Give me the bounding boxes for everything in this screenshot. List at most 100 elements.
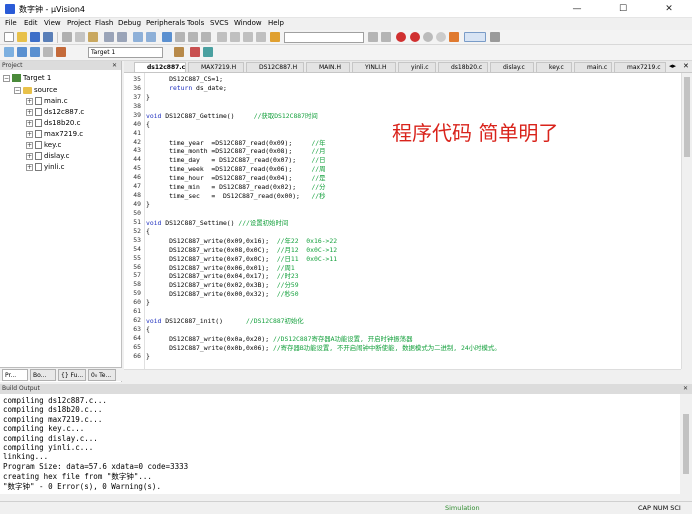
tab-max7219-h[interactable]: MAX7219.H xyxy=(188,62,244,73)
rebuild-icon[interactable] xyxy=(30,47,40,57)
tab-key-c[interactable]: key.c xyxy=(536,62,572,73)
translate-icon[interactable] xyxy=(4,47,14,57)
close-tab-icon[interactable]: ✕ xyxy=(683,62,689,70)
select-packs-icon[interactable] xyxy=(203,47,213,57)
menu-view[interactable]: View xyxy=(44,19,61,27)
tab-scroll-icon[interactable]: ◂▸ xyxy=(669,62,676,70)
new-file-icon[interactable] xyxy=(4,32,14,42)
close-panel-icon[interactable]: ✕ xyxy=(112,61,117,70)
clear-breakpoints-icon[interactable] xyxy=(449,32,459,42)
tree-file-dislay-c[interactable]: + dislay.c xyxy=(26,151,70,162)
batch-build-icon[interactable] xyxy=(43,47,53,57)
tab-dislay-c[interactable]: dislay.c xyxy=(490,62,534,73)
scroll-thumb[interactable] xyxy=(684,77,690,157)
tree-file-yinli-c[interactable]: + yinli.c xyxy=(26,162,65,173)
find-combo[interactable] xyxy=(284,32,364,43)
menu-help[interactable]: Help xyxy=(268,19,284,27)
tab-max7219-c[interactable]: max7219.c xyxy=(614,62,666,73)
minimize-button[interactable]: — xyxy=(554,0,600,18)
paste-icon[interactable] xyxy=(88,32,98,42)
collapse-icon[interactable]: − xyxy=(14,86,21,94)
tree-file-ds12c887-c[interactable]: + ds12c887.c xyxy=(26,107,84,118)
download-icon[interactable] xyxy=(56,47,66,57)
tree-file-main-c[interactable]: + main.c xyxy=(26,96,68,107)
menu-flash[interactable]: Flash xyxy=(95,19,113,27)
uncomment-icon[interactable] xyxy=(256,32,266,42)
debug-session-icon[interactable] xyxy=(396,32,406,42)
save-icon[interactable] xyxy=(30,32,40,42)
line-number: 61 xyxy=(133,307,141,316)
build-output-pane[interactable]: compiling ds12c887.c... compiling ds18b20… xyxy=(0,394,680,494)
indent-icon[interactable] xyxy=(217,32,227,42)
tab-functions[interactable]: {} Fu... xyxy=(58,369,86,381)
tab-templates[interactable]: 0₀ Te... xyxy=(88,369,116,381)
find-icon[interactable] xyxy=(368,32,378,42)
comment-icon[interactable] xyxy=(243,32,253,42)
disable-breakpoint-icon[interactable] xyxy=(423,32,433,42)
find-in-files-icon[interactable] xyxy=(270,32,280,42)
breakpoint-icon[interactable] xyxy=(410,32,420,42)
editor-horizontal-scrollbar[interactable] xyxy=(124,369,681,382)
tree-file-ds18b20-c[interactable]: + ds18b20.c xyxy=(26,118,80,129)
target-select[interactable]: Target 1 xyxy=(88,47,163,58)
tree-file-max7219-c[interactable]: + max7219.c xyxy=(26,129,83,140)
tab-books[interactable]: Bo... xyxy=(30,369,56,381)
tab-main-c[interactable]: main.c xyxy=(574,62,612,73)
close-button[interactable]: ✕ xyxy=(646,0,692,18)
tab-ds18b20-c[interactable]: ds18b20.c xyxy=(438,62,488,73)
expand-icon[interactable]: + xyxy=(26,108,33,116)
unindent-icon[interactable] xyxy=(230,32,240,42)
build-icon[interactable] xyxy=(17,47,27,57)
code-editor[interactable]: 35 36 37 38 39 40 41 42 43 44 45 46 47 48 49 50 51 52 53 54… xyxy=(124,73,681,369)
tab-ds12c887-h[interactable]: DS12C887.H xyxy=(246,62,304,73)
tab-main-h[interactable]: MAIN.H xyxy=(306,62,350,73)
tab-yinli-c[interactable]: yinli.c xyxy=(398,62,436,73)
tab-ds12c887-c[interactable]: ds12c887.c xyxy=(134,62,186,73)
undo-icon[interactable] xyxy=(104,32,114,42)
collapse-icon[interactable]: − xyxy=(3,74,10,82)
tree-group-source[interactable]: − source xyxy=(14,85,57,96)
menu-svcs[interactable]: SVCS xyxy=(210,19,229,27)
copy-icon[interactable] xyxy=(75,32,85,42)
bookmark-icon[interactable] xyxy=(162,32,172,42)
maximize-button[interactable]: ☐ xyxy=(600,0,646,18)
editor-vertical-scrollbar[interactable] xyxy=(681,73,692,369)
menu-project[interactable]: Project xyxy=(67,19,91,27)
kill-breakpoints-icon[interactable] xyxy=(436,32,446,42)
tree-target[interactable]: − Target 1 xyxy=(3,73,51,84)
tab-project[interactable]: Pr... xyxy=(2,369,28,381)
build-output-scrollbar[interactable] xyxy=(680,394,692,494)
open-folder-icon[interactable] xyxy=(17,32,27,42)
incremental-find-icon[interactable] xyxy=(381,32,391,42)
bookmark-next-icon[interactable] xyxy=(188,32,198,42)
expand-icon[interactable]: + xyxy=(26,97,33,105)
line-number: 62 xyxy=(133,316,141,325)
menu-tools[interactable]: Tools xyxy=(187,19,204,27)
menu-edit[interactable]: Edit xyxy=(24,19,38,27)
tree-file-key-c[interactable]: + key.c xyxy=(26,140,61,151)
cut-icon[interactable] xyxy=(62,32,72,42)
bookmark-prev-icon[interactable] xyxy=(175,32,185,42)
menu-window[interactable]: Window xyxy=(234,19,262,27)
save-all-icon[interactable] xyxy=(43,32,53,42)
configure-icon[interactable] xyxy=(490,32,500,42)
window-layout-icon[interactable] xyxy=(464,32,486,42)
menu-peripherals[interactable]: Peripherals xyxy=(146,19,185,27)
expand-icon[interactable]: + xyxy=(26,163,33,171)
code-line: return ds_date; xyxy=(169,83,227,92)
nav-forward-icon[interactable] xyxy=(146,32,156,42)
target-options-icon[interactable] xyxy=(174,47,184,57)
close-output-icon[interactable]: ✕ xyxy=(683,384,688,394)
nav-back-icon[interactable] xyxy=(133,32,143,42)
tab-yinli-h[interactable]: YINLI.H xyxy=(352,62,396,73)
redo-icon[interactable] xyxy=(117,32,127,42)
bookmark-clear-icon[interactable] xyxy=(201,32,211,42)
menu-debug[interactable]: Debug xyxy=(118,19,141,27)
expand-icon[interactable]: + xyxy=(26,152,33,160)
menu-file[interactable]: File xyxy=(5,19,17,27)
expand-icon[interactable]: + xyxy=(26,119,33,127)
scroll-thumb[interactable] xyxy=(683,414,689,474)
manage-components-icon[interactable] xyxy=(190,47,200,57)
expand-icon[interactable]: + xyxy=(26,141,33,149)
expand-icon[interactable]: + xyxy=(26,130,33,138)
